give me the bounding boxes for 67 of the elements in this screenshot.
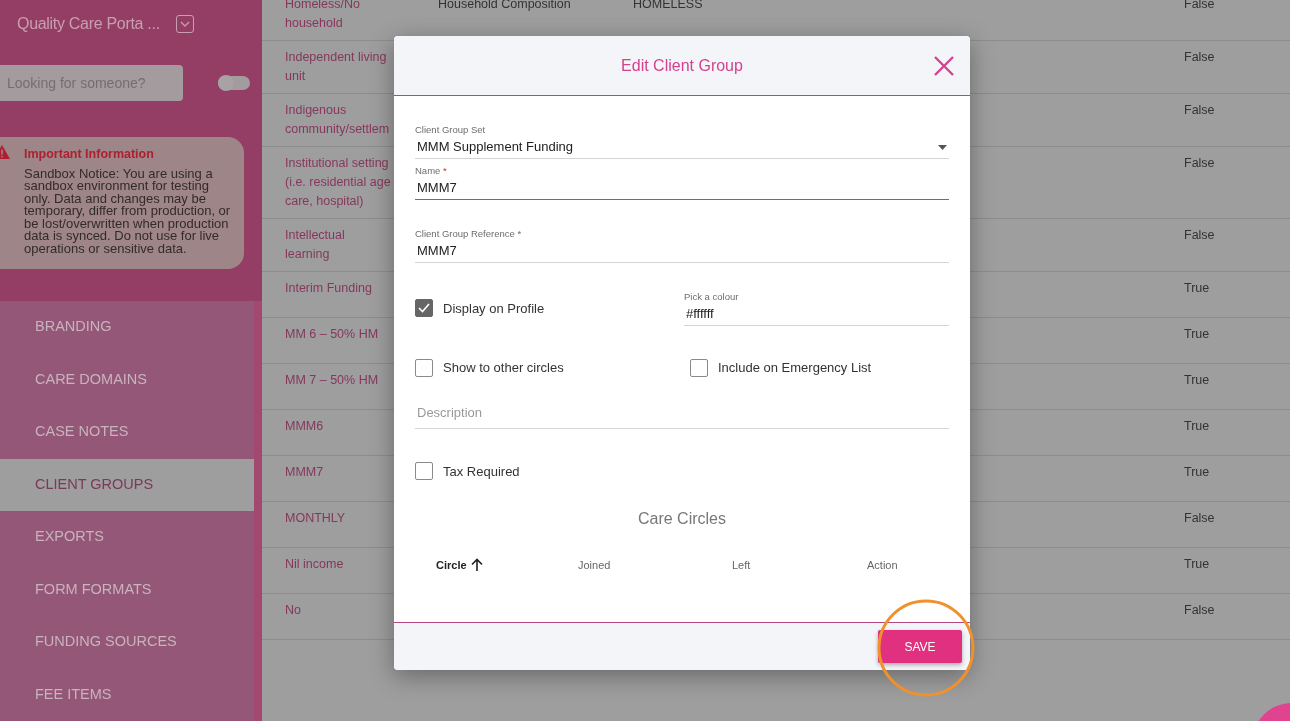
notice-title: Important Information bbox=[24, 145, 155, 163]
nav-item[interactable]: FORM FORMATS bbox=[0, 563, 254, 616]
column-header[interactable]: Circle bbox=[436, 557, 483, 574]
checkbox-label: Include on Emergency List bbox=[718, 359, 872, 377]
nav-item[interactable]: CLIENT GROUPS bbox=[0, 458, 254, 511]
checkbox-label: Tax Required bbox=[443, 462, 520, 481]
checkbox-label: Show to other circles bbox=[443, 359, 564, 377]
table-cell-text: Independent living unit bbox=[285, 49, 388, 85]
table-cell-text: Indigenous community/settlem bbox=[285, 102, 391, 138]
checkbox-label: Display on Profile bbox=[443, 299, 545, 318]
nav-item[interactable]: FEE ITEMS bbox=[0, 668, 254, 721]
section-title: Care Circles bbox=[637, 509, 727, 529]
dialog-title: Edit Client Group bbox=[621, 55, 743, 76]
table-cell-text: HOMELESS bbox=[633, 0, 704, 13]
text-field[interactable]: MMM7 bbox=[415, 240, 949, 263]
column-header[interactable]: Left bbox=[732, 557, 751, 574]
toggle-switch[interactable] bbox=[218, 75, 250, 90]
save-button[interactable]: SAVE bbox=[878, 630, 962, 663]
field-label: Client Group Reference * bbox=[415, 228, 523, 240]
table-cell-text: Interim Funding bbox=[285, 280, 373, 297]
scrollbar[interactable] bbox=[254, 301, 262, 721]
nav-item[interactable]: BRANDING bbox=[0, 301, 254, 354]
nav-item[interactable]: CARE DOMAINS bbox=[0, 353, 254, 406]
table-cell-text: MM 7 – 50% HM bbox=[285, 372, 380, 389]
select-field[interactable]: MMM Supplement Funding bbox=[415, 136, 949, 159]
column-header[interactable]: Action bbox=[867, 557, 898, 574]
table-cell-text: True bbox=[1184, 326, 1211, 343]
field-label: Client Group Set bbox=[415, 124, 487, 136]
table-cell-text: Intellectual learning bbox=[285, 227, 346, 263]
dropdown-caret-icon bbox=[938, 144, 947, 150]
table-cell-text: MONTHLY bbox=[285, 510, 347, 527]
table-cell-text: True bbox=[1184, 372, 1211, 389]
text-field[interactable]: MMM7 bbox=[415, 177, 949, 200]
checkbox[interactable] bbox=[690, 358, 708, 377]
chevron-down-icon bbox=[179, 20, 190, 27]
table-cell-text: MMM7 bbox=[285, 464, 325, 481]
table-cell-text: True bbox=[1184, 556, 1211, 573]
checkbox[interactable] bbox=[415, 358, 433, 377]
table-cell-text: Nil income bbox=[285, 556, 345, 573]
table-cell-text: False bbox=[1184, 602, 1216, 619]
table-cell-text: False bbox=[1184, 102, 1216, 119]
checkbox[interactable] bbox=[415, 299, 433, 318]
table-cell-text: False bbox=[1184, 227, 1216, 244]
colour-field[interactable]: #ffffff bbox=[684, 303, 949, 326]
table-cell-text: True bbox=[1184, 280, 1211, 297]
checkbox[interactable] bbox=[415, 462, 433, 481]
table-cell-text: False bbox=[1184, 155, 1216, 172]
table-cell-text: False bbox=[1184, 49, 1216, 66]
portal-title: Quality Care Porta ... bbox=[17, 13, 160, 34]
field-label: Pick a colour bbox=[684, 291, 740, 303]
close-button[interactable] bbox=[934, 56, 954, 76]
dropdown-button[interactable] bbox=[175, 14, 194, 33]
notice-text: Sandbox Notice: You are using a sandbox environment for testing only. Data and changes may be temporary, differ from production, or be lost/overwritten when production data is synced. Do not use for live operations or sensitive data. bbox=[24, 167, 232, 255]
nav-item[interactable]: FUNDING SOURCES bbox=[0, 616, 254, 669]
column-header[interactable]: Joined bbox=[578, 557, 611, 574]
field-label: Name * bbox=[415, 165, 448, 177]
table-cell-text: False bbox=[1184, 510, 1216, 527]
table-cell-text: Institutional setting (i.e. residential age care, hospital) bbox=[285, 155, 391, 210]
sort-arrow-icon bbox=[470, 558, 483, 573]
table-cell-text: MMM6 bbox=[285, 418, 325, 435]
nav-item[interactable]: EXPORTS bbox=[0, 511, 254, 564]
table-cell-text: True bbox=[1184, 464, 1211, 481]
table-cell-text: No bbox=[285, 602, 302, 619]
table-cell-text: True bbox=[1184, 418, 1211, 435]
table-cell-text: MM 6 – 50% HM bbox=[285, 326, 380, 343]
nav-item[interactable]: CASE NOTES bbox=[0, 406, 254, 459]
description-field[interactable]: Description bbox=[415, 401, 949, 429]
